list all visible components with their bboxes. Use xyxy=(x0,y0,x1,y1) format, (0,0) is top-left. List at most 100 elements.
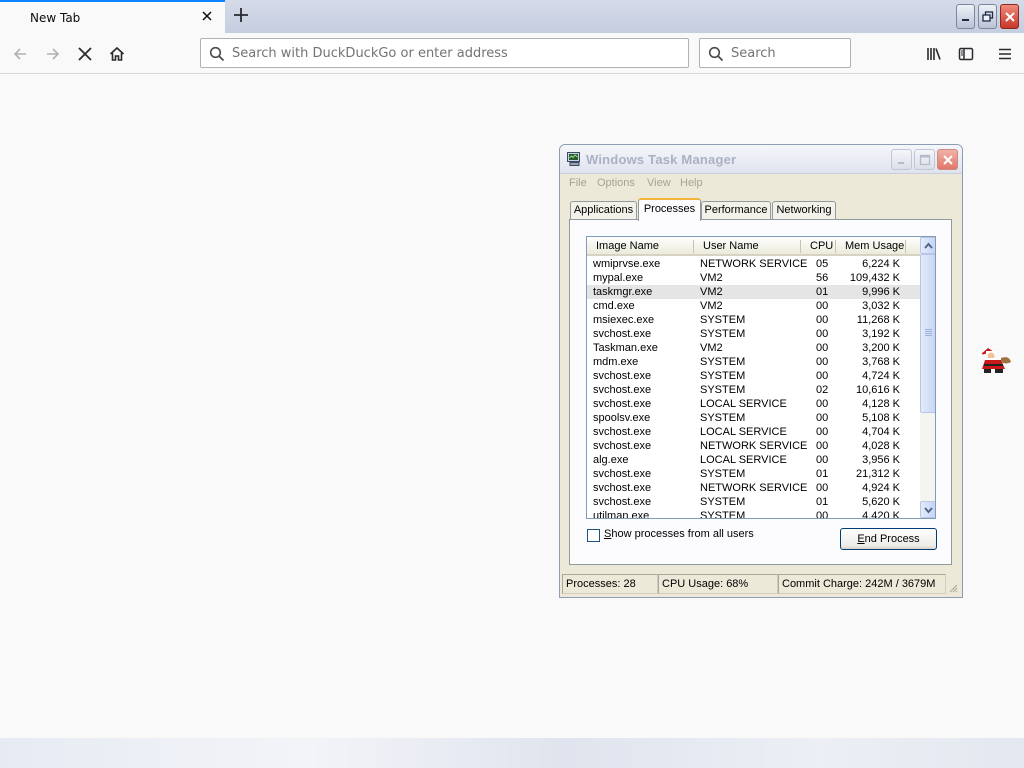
scrollbar-thumb[interactable] xyxy=(920,254,935,413)
end-process-accel: E xyxy=(857,533,865,545)
process-image-name: svchost.exe xyxy=(593,482,652,494)
process-cpu: 00 xyxy=(816,342,829,354)
process-user-name: LOCAL SERVICE xyxy=(700,398,787,410)
process-mem-usage: 4,724 K xyxy=(862,370,900,382)
process-cpu: 00 xyxy=(816,426,829,438)
process-mem-usage: 6,224 K xyxy=(862,258,900,270)
column-divider[interactable] xyxy=(800,240,801,253)
task-manager-statusbar: Processes: 28 CPU Usage: 68% Commit Char… xyxy=(562,574,960,594)
sidebar-icon[interactable] xyxy=(953,41,979,67)
process-row[interactable]: svchost.exe SYSTEM 00 4,724 K xyxy=(587,369,920,383)
menu-help[interactable]: Help xyxy=(680,177,703,189)
process-image-name: svchost.exe xyxy=(593,370,652,382)
column-divider[interactable] xyxy=(835,240,836,253)
process-mem-usage: 4,704 K xyxy=(862,426,900,438)
column-cpu[interactable]: CPU xyxy=(810,240,833,252)
scrollbar-grip xyxy=(925,333,932,334)
task-manager-titlebar[interactable]: Windows Task Manager xyxy=(560,145,962,174)
process-list-header: Image Name User Name CPU Mem Usage xyxy=(587,237,920,256)
process-image-name: Taskman.exe xyxy=(593,342,658,354)
process-row[interactable]: spoolsv.exe SYSTEM 00 5,108 K xyxy=(587,411,920,425)
process-list-body: wmiprvse.exe NETWORK SERVICE 05 6,224 Kmypa… xyxy=(587,257,920,518)
column-mem-usage[interactable]: Mem Usage xyxy=(845,240,904,252)
menu-view[interactable]: View xyxy=(647,177,671,189)
tab-strip: New Tab xyxy=(0,0,1024,33)
forward-arrow-icon[interactable] xyxy=(40,41,66,67)
process-row[interactable]: msiexec.exe SYSTEM 00 11,268 K xyxy=(587,313,920,327)
process-image-name: svchost.exe xyxy=(593,426,652,438)
process-cpu: 00 xyxy=(816,328,829,340)
process-user-name: SYSTEM xyxy=(700,384,746,396)
close-window-button[interactable] xyxy=(1000,4,1019,29)
process-row[interactable]: cmd.exe VM2 00 3,032 K xyxy=(587,299,920,313)
process-row[interactable]: svchost.exe LOCAL SERVICE 00 4,128 K xyxy=(587,397,920,411)
tab-networking[interactable]: Networking xyxy=(772,201,836,220)
process-mem-usage: 4,128 K xyxy=(862,398,900,410)
search-icon xyxy=(708,46,724,66)
back-arrow-icon[interactable] xyxy=(7,41,33,67)
restore-window-button[interactable] xyxy=(978,4,997,29)
minimize-window-button[interactable] xyxy=(956,4,975,29)
process-mem-usage: 9,996 K xyxy=(862,286,900,298)
tab-performance[interactable]: Performance xyxy=(701,201,771,220)
process-row[interactable]: taskmgr.exe VM2 01 9,996 K xyxy=(587,285,920,299)
process-mem-usage: 3,192 K xyxy=(862,328,900,340)
tm-close-button[interactable] xyxy=(937,149,958,170)
scrollbar-grip xyxy=(925,331,932,332)
tab-new-tab[interactable]: New Tab xyxy=(0,0,225,33)
column-user-name[interactable]: User Name xyxy=(703,240,759,252)
process-row[interactable]: alg.exe LOCAL SERVICE 00 3,956 K xyxy=(587,453,920,467)
process-image-name: mypal.exe xyxy=(593,272,644,284)
tab-applications[interactable]: Applications xyxy=(570,201,637,220)
process-row[interactable]: svchost.exe SYSTEM 01 5,620 K xyxy=(587,495,920,509)
process-row[interactable]: svchost.exe SYSTEM 00 3,192 K xyxy=(587,327,920,341)
column-divider[interactable] xyxy=(905,240,906,253)
tm-minimize-button[interactable] xyxy=(891,149,912,170)
process-row[interactable]: svchost.exe LOCAL SERVICE 00 4,704 K xyxy=(587,425,920,439)
column-image-name[interactable]: Image Name xyxy=(596,240,659,252)
process-row[interactable]: mypal.exe VM2 56 109,432 K xyxy=(587,271,920,285)
processes-panel: Image Name User Name CPU Mem Usage wmipr… xyxy=(569,219,952,565)
process-mem-usage: 11,268 K xyxy=(856,314,900,326)
library-icon[interactable] xyxy=(921,41,947,67)
process-row[interactable]: wmiprvse.exe NETWORK SERVICE 05 6,224 K xyxy=(587,257,920,271)
hamburger-menu-icon[interactable] xyxy=(992,41,1018,67)
process-image-name: taskmgr.exe xyxy=(593,286,653,298)
menu-file[interactable]: File xyxy=(569,177,587,189)
new-tab-plus-icon[interactable] xyxy=(231,5,251,25)
menu-options[interactable]: Options xyxy=(597,177,635,189)
process-cpu: 01 xyxy=(816,496,829,508)
process-row[interactable]: utilman.exe SYSTEM 00 4,420 K xyxy=(587,509,920,518)
process-user-name: VM2 xyxy=(700,286,723,298)
process-list[interactable]: Image Name User Name CPU Mem Usage wmipr… xyxy=(586,236,936,519)
process-row[interactable]: Taskman.exe VM2 00 3,200 K xyxy=(587,341,920,355)
address-input[interactable] xyxy=(232,44,672,62)
santa-sprite-icon xyxy=(976,345,1013,375)
tab-close-icon[interactable] xyxy=(199,8,215,24)
tab-processes[interactable]: Processes xyxy=(638,198,701,221)
process-cpu: 00 xyxy=(816,356,829,368)
tm-maximize-button[interactable] xyxy=(914,149,935,170)
show-all-users-checkbox[interactable] xyxy=(587,529,600,542)
process-row[interactable]: svchost.exe NETWORK SERVICE 00 4,028 K xyxy=(587,439,920,453)
scroll-down-button[interactable] xyxy=(920,501,935,518)
process-row[interactable]: svchost.exe SYSTEM 02 10,616 K xyxy=(587,383,920,397)
process-row[interactable]: svchost.exe NETWORK SERVICE 00 4,924 K xyxy=(587,481,920,495)
show-all-users-label[interactable]: Show processes from all users xyxy=(604,528,754,540)
process-list-scrollbar[interactable] xyxy=(920,237,935,518)
resize-grip-icon[interactable] xyxy=(948,580,958,598)
home-icon[interactable] xyxy=(104,41,130,67)
status-processes: Processes: 28 xyxy=(562,574,658,594)
process-user-name: VM2 xyxy=(700,342,723,354)
process-image-name: alg.exe xyxy=(593,454,629,466)
address-bar[interactable] xyxy=(200,38,689,68)
search-input[interactable] xyxy=(731,44,841,62)
column-divider[interactable] xyxy=(693,240,694,253)
search-bar[interactable] xyxy=(699,38,851,68)
process-row[interactable]: mdm.exe SYSTEM 00 3,768 K xyxy=(587,355,920,369)
end-process-button[interactable]: End Process xyxy=(840,528,937,550)
stop-icon[interactable] xyxy=(72,41,98,67)
scroll-up-button[interactable] xyxy=(920,237,935,254)
process-image-name: svchost.exe xyxy=(593,384,652,396)
process-row[interactable]: svchost.exe SYSTEM 01 21,312 K xyxy=(587,467,920,481)
